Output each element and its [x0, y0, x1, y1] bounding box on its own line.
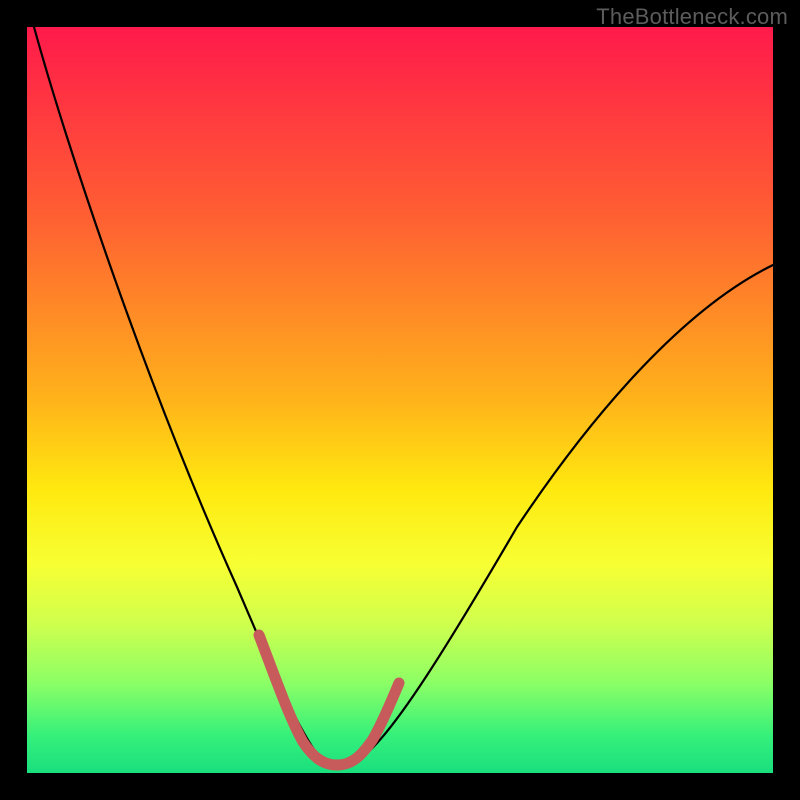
chart-svg: [27, 27, 773, 773]
bottleneck-range-highlight: [259, 635, 399, 765]
watermark-text: TheBottleneck.com: [596, 4, 788, 30]
chart-plot-area: [27, 27, 773, 773]
chart-frame: TheBottleneck.com: [0, 0, 800, 800]
bottleneck-curve: [34, 27, 773, 763]
